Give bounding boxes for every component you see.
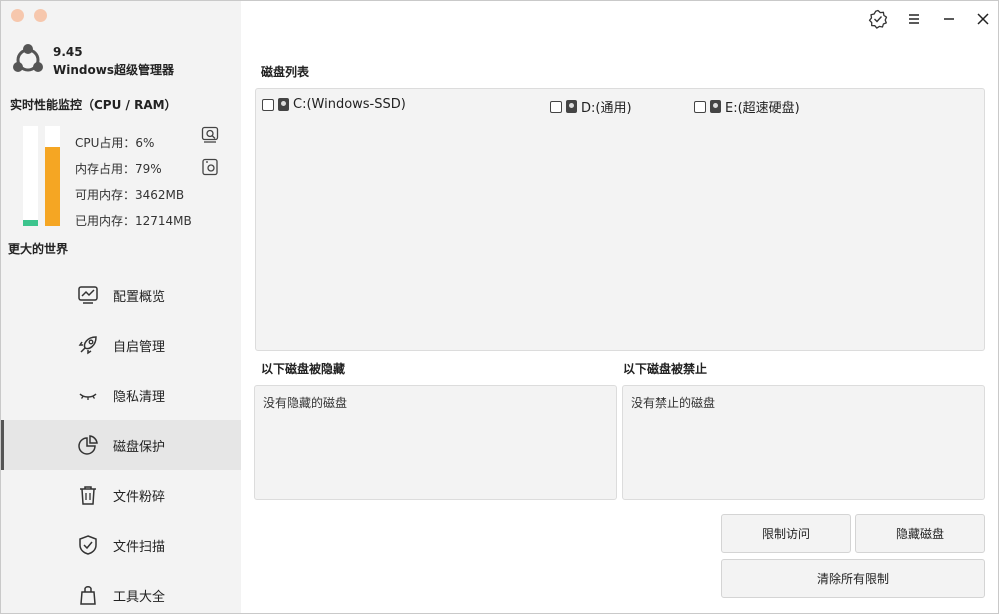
close-dot[interactable] [11,9,24,22]
sidebar-item-privacy-clean[interactable]: 隐私清理 [1,370,241,420]
sidebar-item-disk-protection[interactable]: 磁盘保护 [1,420,241,470]
disk-label: C:(Windows-SSD) [293,97,406,112]
disk-label: D:(通用) [581,101,632,116]
rocket-icon [78,336,97,355]
verified-badge-icon[interactable] [868,9,888,29]
memory-bar-fill [45,147,60,226]
used-memory-text: 已用内存：12714MB [75,214,192,228]
sidebar-item-label: 文件扫描 [113,540,166,555]
cpu-usage-text: CPU占用：6% [75,136,155,150]
memory-settings-icon[interactable] [201,158,219,176]
sidebar-group-title: 更大的世界 [8,242,69,256]
hard-drive-icon [710,100,721,113]
available-memory-text: 可用内存：3462MB [75,188,185,202]
clear-all-restrictions-button[interactable]: 清除所有限制 [721,559,985,598]
disk-checkbox[interactable] [550,100,562,113]
memory-bar [45,126,60,226]
forbidden-disks-title: 以下磁盘被禁止 [623,362,708,376]
app-name: Windows超级管理器 [53,63,174,77]
app-version: 9.45 [53,45,83,59]
menu-icon[interactable] [904,9,924,29]
pie-chart-icon [78,435,98,455]
sidebar-item-label: 磁盘保护 [113,440,166,455]
hard-drive-icon [566,100,577,113]
memory-usage-text: 内存占用：79% [75,162,162,176]
disk-item-c[interactable]: C:(Windows-SSD) [262,97,406,112]
sidebar-item-file-shred[interactable]: 文件粉碎 [1,470,241,520]
disk-checkbox[interactable] [262,98,274,111]
main-content: 磁盘列表 C:(Windows-SSD) D:(通用) E:(超速硬盘) 以下磁… [241,1,998,613]
disk-list-panel: C:(Windows-SSD) D:(通用) E:(超速硬盘) [255,88,985,351]
restrict-access-button[interactable]: 限制访问 [721,514,851,553]
forbidden-disks-empty-text: 没有禁止的磁盘 [631,396,716,410]
disk-item-e[interactable]: E:(超速硬盘) [694,97,800,116]
cpu-bar-fill [23,220,38,226]
disk-list-title: 磁盘列表 [261,65,310,79]
disk-checkbox[interactable] [694,100,706,113]
hard-drive-icon [278,98,289,111]
minimize-dot[interactable] [34,9,47,22]
sidebar: 9.45 Windows超级管理器 实时性能监控（CPU / RAM） CPU占… [1,1,241,613]
sidebar-item-label: 文件粉碎 [113,490,166,505]
monitor-search-icon[interactable] [201,126,219,144]
sidebar-item-startup[interactable]: 自启管理 [1,320,241,370]
sidebar-item-file-scan[interactable]: 文件扫描 [1,520,241,570]
disk-item-d[interactable]: D:(通用) [550,97,632,116]
app-logo-icon [13,44,43,72]
cpu-bar [23,126,38,226]
close-icon[interactable] [973,9,993,29]
hide-disk-button[interactable]: 隐藏磁盘 [855,514,985,553]
sidebar-item-config-overview[interactable]: 配置概览 [1,270,241,320]
closed-eye-icon [79,393,97,400]
minimize-icon[interactable] [939,9,959,29]
forbidden-disks-panel: 没有禁止的磁盘 [622,385,985,500]
sidebar-item-label: 自启管理 [113,340,166,355]
monitor-title: 实时性能监控（CPU / RAM） [10,98,177,112]
sidebar-item-label: 隐私清理 [113,390,166,405]
shield-check-icon [79,535,97,555]
chart-monitor-icon [78,286,98,304]
hidden-disks-title: 以下磁盘被隐藏 [261,362,346,376]
sidebar-item-label: 配置概览 [113,290,166,305]
hidden-disks-panel: 没有隐藏的磁盘 [254,385,617,500]
sidebar-item-label: 工具大全 [113,590,166,605]
bag-icon [80,586,96,605]
trash-icon [80,486,96,505]
sidebar-item-toolbox[interactable]: 工具大全 [1,570,241,614]
hidden-disks-empty-text: 没有隐藏的磁盘 [263,396,348,410]
app-window: 9.45 Windows超级管理器 实时性能监控（CPU / RAM） CPU占… [0,0,999,614]
disk-label: E:(超速硬盘) [725,101,800,116]
